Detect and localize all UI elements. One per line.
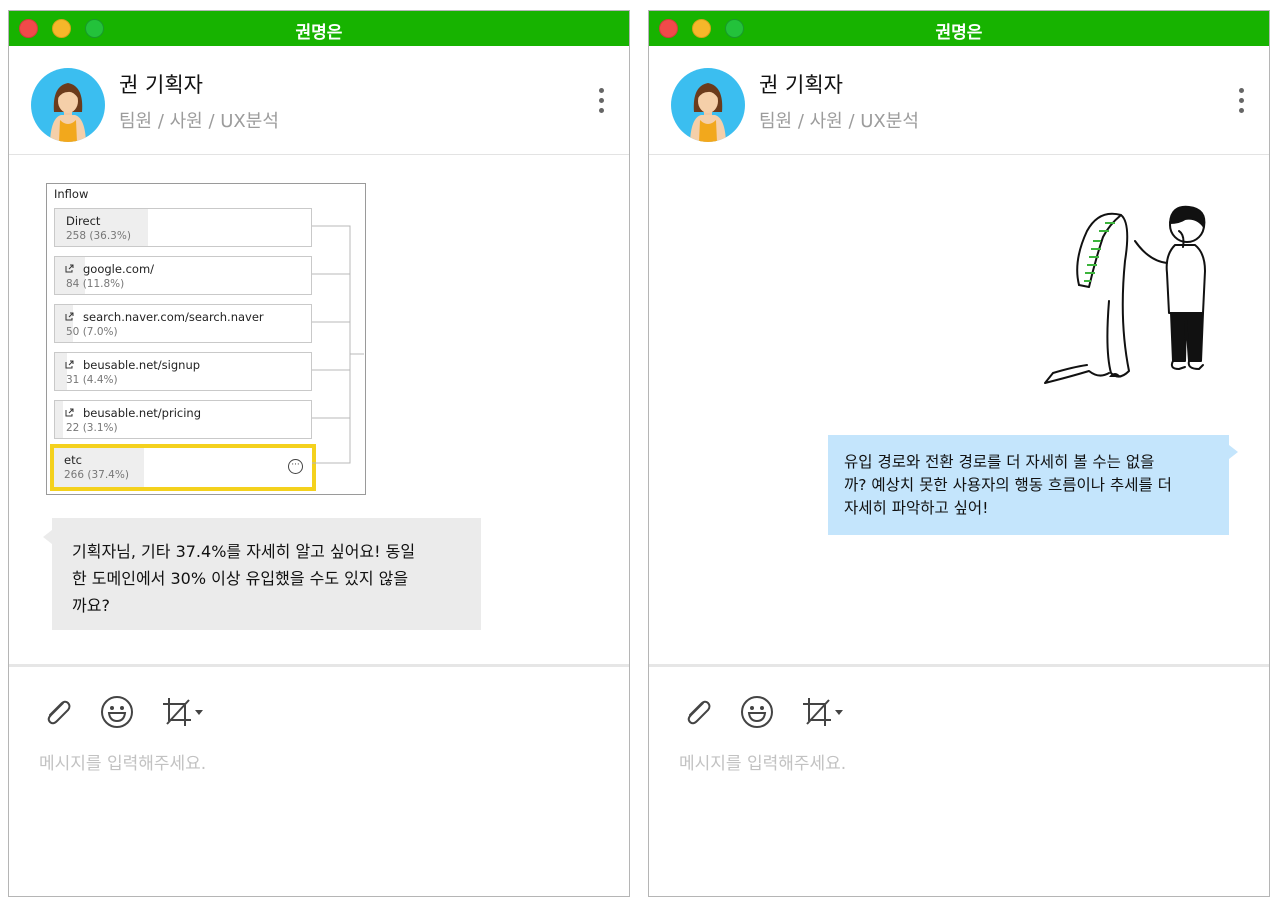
inflow-value: 266 (37.4%) [64, 469, 129, 481]
smile-icon[interactable] [739, 694, 775, 730]
profile-name: 권 기획자 [119, 73, 203, 97]
profile-header: 권 기획자 팀원 / 사원 / UX분석 [9, 46, 629, 155]
person-avatar-icon [50, 83, 86, 142]
inflow-value: 22 (3.1%) [66, 422, 118, 434]
external-link-icon [65, 408, 74, 417]
message-line: 기획자님, 기타 37.4%를 자세히 알고 싶어요! 동일 [72, 542, 416, 561]
paperclip-icon[interactable] [39, 694, 75, 730]
composer-toolbar [9, 694, 269, 730]
message-line: 자세히 파악하고 싶어! [844, 499, 989, 517]
inflow-value: 50 (7.0%) [66, 326, 118, 338]
message-line: 까? 예상치 못한 사용자의 행동 흐름이나 추세를 더 [844, 476, 1172, 494]
inflow-value: 31 (4.4%) [66, 374, 118, 386]
more-vertical-icon[interactable] [593, 88, 609, 118]
avatar[interactable] [31, 68, 105, 142]
inflow-title: Inflow [54, 187, 89, 201]
paperclip-icon[interactable] [679, 694, 715, 730]
message-line: 한 도메인에서 30% 이상 유입했을 수도 있지 않을 [72, 569, 409, 588]
message-input[interactable] [39, 750, 599, 778]
chat-bubble-sent: 유입 경로와 전환 경로를 더 자세히 볼 수는 없을 까? 예상치 못한 사용… [828, 435, 1238, 535]
more-horizontal-icon[interactable]: ··· [288, 459, 303, 474]
crop-icon[interactable] [799, 694, 847, 730]
composer-toolbar [649, 694, 909, 730]
chat-bubble-received: 기획자님, 기타 37.4%를 자세히 알고 싶어요! 동일 한 도메인에서 3… [43, 518, 481, 630]
inflow-share-bar [55, 401, 63, 438]
profile-role: 팀원 / 사원 / UX분석 [759, 111, 919, 132]
message-area: 유입 경로와 전환 경로를 더 자세히 볼 수는 없을 까? 예상치 못한 사용… [649, 156, 1269, 664]
inflow-row[interactable]: beusable.net/pricing 22 (3.1%) [54, 400, 312, 439]
inflow-row[interactable]: google.com/ 84 (11.8%) [54, 256, 312, 295]
profile-name: 권 기획자 [759, 73, 843, 97]
external-link-icon [65, 360, 74, 369]
inflow-source: etc [64, 453, 82, 467]
window-title: 권명은 [295, 23, 343, 43]
message-line: 유입 경로와 전환 경로를 더 자세히 볼 수는 없을 [844, 453, 1155, 471]
message-input[interactable] [679, 750, 1239, 778]
inflow-source: beusable.net/pricing [83, 406, 202, 420]
profile-role: 팀원 / 사원 / UX분석 [119, 111, 279, 132]
message-area: Inflow Direct 258 (36.3%) google.com/ 84… [9, 156, 629, 664]
title-bar: 권명은 [9, 11, 629, 46]
chat-window-left: 권명은 권 기획자 팀원 / 사원 / UX분석 Inflow Direct 2… [8, 10, 630, 897]
inflow-row-etc-highlighted[interactable]: etc 266 (37.4%) ··· [50, 444, 316, 491]
composer-divider [649, 664, 1269, 667]
inflow-row[interactable]: beusable.net/signup 31 (4.4%) [54, 352, 312, 391]
avatar[interactable] [671, 68, 745, 142]
smile-icon[interactable] [99, 694, 135, 730]
person-avatar-icon [690, 83, 726, 142]
inflow-value: 84 (11.8%) [66, 278, 125, 290]
window-title: 권명은 [935, 23, 983, 43]
external-link-icon [65, 264, 74, 273]
chat-window-right: 권명은 권 기획자 팀원 / 사원 / UX분석 유입 경로와 전환 경로를 더… [648, 10, 1270, 897]
inflow-source: beusable.net/signup [83, 358, 201, 372]
message-line: 까요? [72, 596, 110, 615]
inflow-source: Direct [66, 214, 101, 228]
inflow-row[interactable]: search.naver.com/search.naver 50 (7.0%) [54, 304, 312, 343]
profile-header: 권 기획자 팀원 / 사원 / UX분석 [649, 46, 1269, 155]
person-reading-receipt-illustration [1044, 205, 1206, 384]
flow-connector-lines [312, 225, 364, 464]
crop-icon[interactable] [159, 694, 207, 730]
inflow-card: Inflow Direct 258 (36.3%) google.com/ 84… [46, 183, 366, 495]
inflow-row[interactable]: Direct 258 (36.3%) [54, 208, 312, 247]
more-vertical-icon[interactable] [1233, 88, 1249, 118]
composer-divider [9, 664, 629, 667]
external-link-icon [65, 312, 74, 321]
inflow-source: search.naver.com/search.naver [83, 310, 264, 324]
inflow-value: 258 (36.3%) [66, 230, 131, 242]
inflow-source: google.com/ [83, 262, 155, 276]
title-bar: 권명은 [649, 11, 1269, 46]
